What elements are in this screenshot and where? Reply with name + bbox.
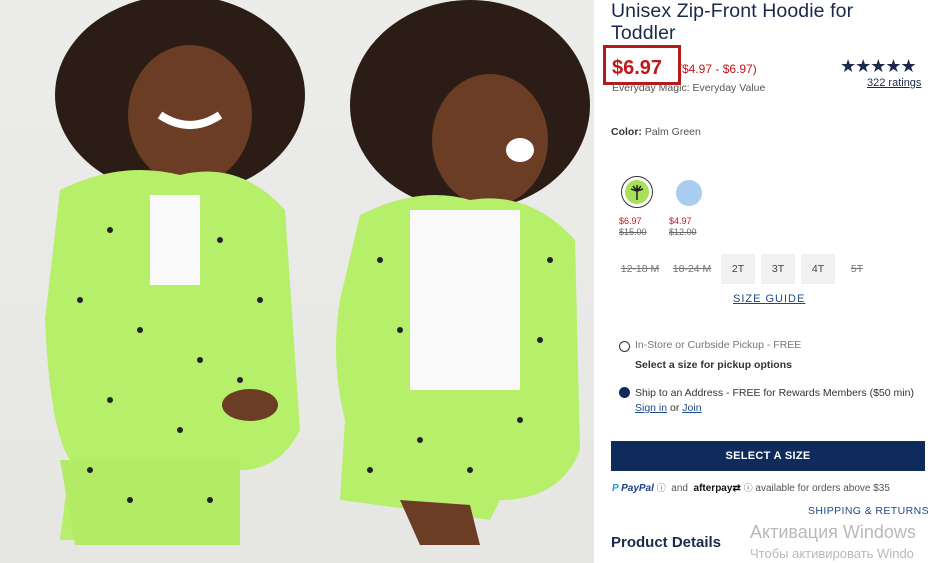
size-option-2t[interactable]: 2T: [721, 254, 755, 284]
ship-option[interactable]: Ship to an Address - FREE for Rewards Me…: [635, 386, 925, 416]
afterpay-icon: ⇄: [732, 483, 741, 494]
pickup-radio[interactable]: [619, 341, 630, 352]
left-child: [45, 0, 305, 545]
ratings-link[interactable]: 322 ratings: [867, 77, 921, 89]
payment-options: P PayPal ⓘ and afterpay⇄ ⓘ available for…: [612, 481, 890, 494]
palm-tree-icon: [625, 180, 649, 204]
size-option-18-24m[interactable]: 18-24 M: [667, 254, 717, 284]
pickup-note: Select a size for pickup options: [635, 359, 792, 371]
and-text: and: [671, 483, 688, 494]
product-title: Unisex Zip-Front Hoodie for Toddler: [611, 0, 854, 44]
afterpay-logo[interactable]: afterpay⇄: [694, 483, 741, 494]
color-label: Color:: [611, 126, 642, 138]
payment-note: available for orders above $35: [755, 483, 890, 494]
product-photo[interactable]: [0, 0, 594, 563]
sale-price: $6.97: [612, 57, 663, 79]
paypal-logo[interactable]: P PayPal: [612, 483, 657, 494]
info-icon[interactable]: ⓘ: [744, 483, 753, 493]
star-rating[interactable]: ★★★★★: [840, 56, 917, 77]
price-range: ($4.97 - $6.97): [678, 62, 757, 76]
swatch-price: $6.97: [619, 216, 642, 226]
pickup-label[interactable]: In-Store or Curbside Pickup - FREE: [635, 339, 801, 351]
join-link[interactable]: Join: [682, 402, 701, 414]
select-size-button[interactable]: SELECT A SIZE: [611, 441, 925, 471]
windows-activation-watermark: Активация Windows: [750, 522, 916, 542]
swatch-light-blue[interactable]: [676, 180, 702, 206]
ship-label: Ship to an Address - FREE for Rewards Me…: [635, 387, 914, 399]
size-guide-link[interactable]: SIZE GUIDE: [733, 293, 805, 305]
swatch-old-price: $12.00: [669, 227, 697, 237]
size-option-4t[interactable]: 4T: [801, 254, 835, 284]
product-details-heading[interactable]: Product Details: [611, 534, 721, 551]
shipping-returns-link[interactable]: SHIPPING & RETURNS: [808, 505, 929, 517]
swatch-old-price: $15.00: [619, 227, 647, 237]
size-option-5t[interactable]: 5T: [845, 254, 869, 284]
swatch-price: $4.97: [669, 216, 692, 226]
windows-activation-subtext: Чтобы активировать Windo: [750, 546, 914, 561]
color-selection-label: Color: Palm Green: [611, 126, 701, 138]
value-tagline: Everyday Magic: Everyday Value: [612, 82, 766, 94]
swatch-palm-green[interactable]: [621, 176, 653, 208]
right-child: [336, 0, 590, 545]
ship-radio[interactable]: [619, 387, 630, 398]
or-text: or: [670, 402, 680, 414]
size-option-3t[interactable]: 3T: [761, 254, 795, 284]
product-image: [45, 0, 590, 545]
sign-in-link[interactable]: Sign in: [635, 402, 667, 414]
info-icon[interactable]: ⓘ: [657, 483, 666, 493]
paypal-icon: P: [612, 483, 619, 494]
color-value: Palm Green: [644, 126, 701, 138]
size-option-12-18m[interactable]: 12-18 M: [617, 254, 663, 284]
